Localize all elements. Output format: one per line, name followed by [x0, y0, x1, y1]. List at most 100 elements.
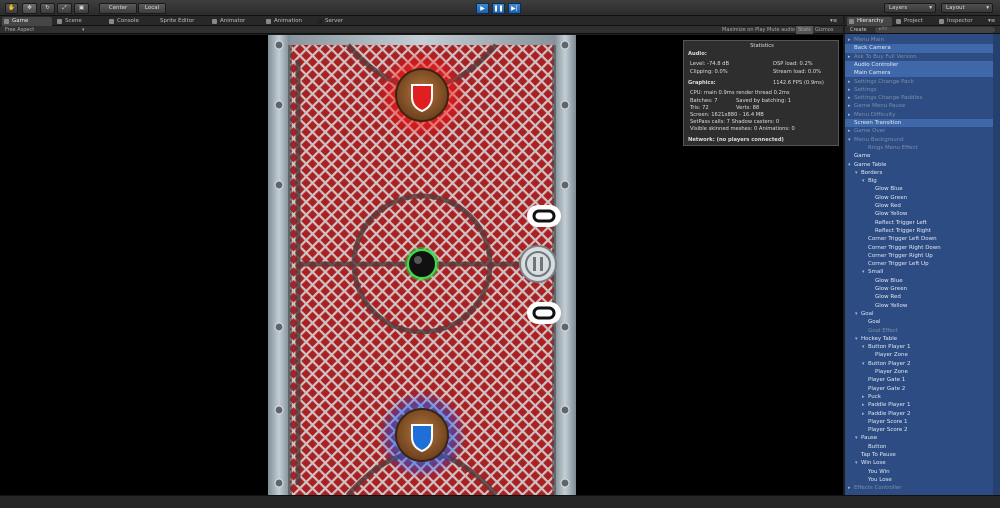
tab-console[interactable]: Console: [107, 17, 152, 26]
hierarchy-item[interactable]: Button: [845, 443, 995, 451]
hierarchy-item[interactable]: ▾ Win Lose: [845, 459, 995, 467]
gizmos-dropdown[interactable]: Gizmos: [815, 26, 833, 34]
aspect-dropdown[interactable]: Free Aspect: [5, 26, 34, 34]
hierarchy-item[interactable]: ▸ Paddle Player 2: [845, 410, 995, 418]
hierarchy-scrollbar[interactable]: [993, 34, 1000, 495]
hierarchy-item[interactable]: Goal: [845, 318, 995, 326]
pivot-local-button[interactable]: Local: [138, 3, 166, 14]
hierarchy-item[interactable]: ▾ Pause: [845, 434, 995, 442]
pause-button[interactable]: ❚❚: [492, 3, 505, 14]
hierarchy-item[interactable]: Player Gate 1: [845, 376, 995, 384]
tab-hierarchy[interactable]: Hierarchy: [847, 17, 892, 26]
tab-game-label: Game: [12, 18, 29, 24]
hierarchy-item[interactable]: Corner Trigger Left Up: [845, 260, 995, 268]
hierarchy-item-label: Glow Green: [875, 286, 908, 292]
hierarchy-item[interactable]: You Lose: [845, 476, 995, 484]
hierarchy-item[interactable]: ▸ Menu Main: [845, 36, 995, 44]
hierarchy-item[interactable]: Glow Blue: [845, 185, 995, 193]
hierarchy-item[interactable]: ▸ Settings: [845, 86, 995, 94]
hierarchy-item[interactable]: Player Score 2: [845, 426, 995, 434]
tab-menu-icon[interactable]: ▾≡: [828, 17, 842, 26]
move-tool-icon[interactable]: ✥: [22, 3, 37, 14]
hierarchy-item[interactable]: ▾ Big: [845, 177, 995, 185]
tab-sprite-editor[interactable]: Sprite Editor: [150, 17, 205, 26]
hierarchy-item[interactable]: Rings Menu Effect: [845, 144, 995, 152]
tab-animation[interactable]: Animation: [264, 17, 314, 26]
hierarchy-item[interactable]: ▾ Menu Background: [845, 136, 995, 144]
hierarchy-item[interactable]: Player Zone: [845, 351, 995, 359]
tris-readout: Tris: 72: [690, 105, 709, 111]
scale-tool-icon[interactable]: ⤢: [57, 3, 72, 14]
hierarchy-item-label: Audio Controller: [854, 61, 899, 68]
hierarchy-item[interactable]: ▸ Menu Difficulty: [845, 111, 995, 119]
hierarchy-item[interactable]: ▾ Goal: [845, 310, 995, 318]
hierarchy-item[interactable]: Corner Trigger Right Up: [845, 252, 995, 260]
pause-button-graphic[interactable]: [519, 245, 557, 283]
mute-audio-toggle[interactable]: Mute audio: [767, 26, 795, 34]
hierarchy-item[interactable]: ▸ Ask To Buy Full Version: [845, 53, 995, 61]
hierarchy-item[interactable]: Player Zone: [845, 368, 995, 376]
hierarchy-item[interactable]: Glow Blue: [845, 277, 995, 285]
hierarchy-item[interactable]: ▾ Game Table: [845, 161, 995, 169]
tab-inspector[interactable]: Inspector: [937, 17, 985, 26]
clipping: Clipping: 0.0%: [690, 69, 728, 75]
layout-dropdown[interactable]: Layout ▾: [941, 3, 993, 13]
tab-game[interactable]: Game: [2, 17, 52, 26]
hierarchy-item[interactable]: ▾ Small: [845, 268, 995, 276]
hierarchy-item[interactable]: ▸ Puck: [845, 393, 995, 401]
layers-dropdown[interactable]: Layers ▾: [884, 3, 936, 13]
hierarchy-item-label: Player Gate 2: [868, 385, 906, 392]
hierarchy-item[interactable]: Screen Transition: [845, 119, 995, 128]
hierarchy-item[interactable]: ▾ Button Player 2: [845, 360, 995, 368]
hierarchy-item[interactable]: ▸ Settings Change Pack: [845, 78, 995, 86]
rect-tool-icon[interactable]: ▣: [74, 3, 89, 14]
hierarchy-item[interactable]: Reflect Trigger Left: [845, 219, 995, 227]
step-button[interactable]: ▶|: [508, 3, 521, 14]
hierarchy-item[interactable]: Corner Trigger Right Down: [845, 244, 995, 252]
stats-toggle[interactable]: Stats: [796, 26, 813, 34]
tab-project[interactable]: Project: [894, 17, 939, 26]
tab-menu-icon[interactable]: ▾≡: [986, 17, 1000, 26]
hierarchy-search-input[interactable]: ▸All: [875, 27, 995, 33]
maximize-on-play-toggle[interactable]: Maximize on Play: [722, 26, 766, 34]
network-readout: Network: (no players connected): [688, 137, 784, 143]
tab-scene[interactable]: Scene: [55, 17, 100, 26]
hierarchy-item[interactable]: Tap To Pause: [845, 451, 995, 459]
play-button[interactable]: ▶: [476, 3, 489, 14]
hierarchy-item[interactable]: ▾ Hockey Table: [845, 335, 995, 343]
chevron-down-icon: ▾: [986, 5, 989, 11]
hierarchy-item[interactable]: Glow Green: [845, 285, 995, 293]
hierarchy-item[interactable]: ▸ Effects Controller: [845, 484, 995, 492]
hierarchy-item[interactable]: Reflect Trigger Right: [845, 227, 995, 235]
hierarchy-item[interactable]: Game: [845, 152, 995, 160]
hierarchy-item[interactable]: ▾ Button Player 1: [845, 343, 995, 351]
hierarchy-item[interactable]: Goal Effect: [845, 327, 995, 335]
rotate-tool-icon[interactable]: ↻: [40, 3, 55, 14]
tab-animator[interactable]: Animator: [210, 17, 260, 26]
pivot-center-button[interactable]: Center: [99, 3, 137, 14]
hierarchy-item[interactable]: Main Camera: [845, 69, 995, 78]
hierarchy-item[interactable]: Glow Red: [845, 202, 995, 210]
hierarchy-item[interactable]: Player Gate 2: [845, 385, 995, 393]
hierarchy-item[interactable]: Glow Yellow: [845, 210, 995, 218]
hierarchy-item[interactable]: You Win: [845, 468, 995, 476]
hierarchy-item[interactable]: ▸ Game Over: [845, 127, 995, 135]
hand-tool-icon[interactable]: ✋: [5, 3, 18, 14]
hierarchy-item[interactable]: ▾ Borders: [845, 169, 995, 177]
hierarchy-item[interactable]: Glow Green: [845, 194, 995, 202]
hierarchy-item[interactable]: Back Camera: [845, 44, 995, 53]
hierarchy-item[interactable]: Audio Controller: [845, 60, 995, 70]
hierarchy-item[interactable]: Glow Yellow: [845, 302, 995, 310]
batches-readout: Batches: 7: [690, 98, 718, 104]
hierarchy-item[interactable]: Player Score 1: [845, 418, 995, 426]
chevron-down-icon: ▾: [82, 27, 85, 33]
hierarchy-item[interactable]: Corner Trigger Left Down: [845, 235, 995, 243]
hierarchy-item[interactable]: Glow Red: [845, 293, 995, 301]
create-dropdown[interactable]: Create: [850, 26, 867, 34]
puck[interactable]: [407, 249, 437, 279]
hierarchy-item[interactable]: ▸ Paddle Player 1: [845, 401, 995, 409]
animation-icon: [266, 19, 271, 24]
hierarchy-item[interactable]: ▸ Game Menu Pause: [845, 102, 995, 110]
tab-server[interactable]: Server: [315, 17, 360, 26]
hierarchy-item[interactable]: ▸ Settings Change Paddles: [845, 94, 995, 102]
